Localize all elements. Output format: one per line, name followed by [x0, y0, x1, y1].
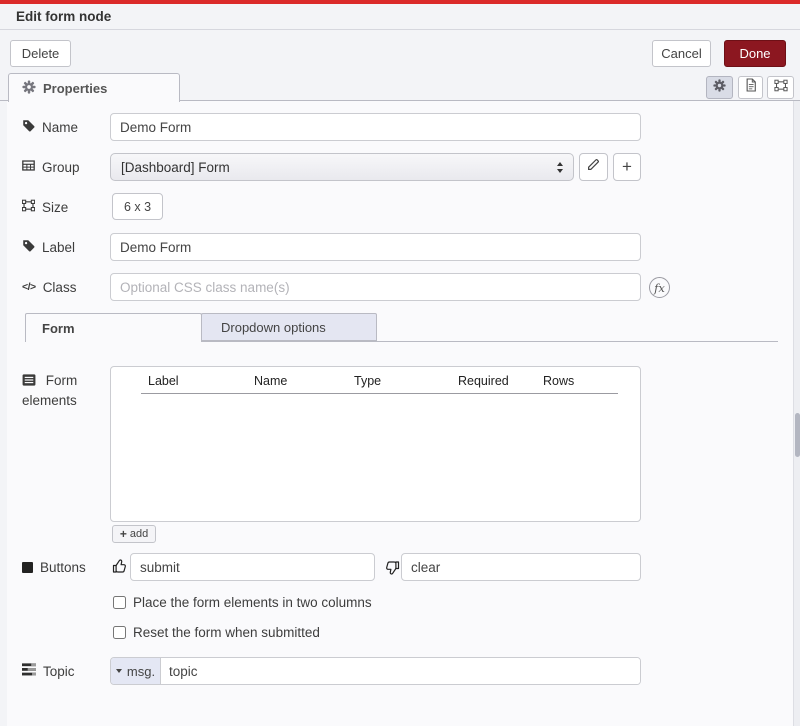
size-field-label: Size: [22, 193, 68, 221]
plus-icon: +: [120, 528, 127, 540]
editor-tab-bar: Properties: [0, 71, 800, 101]
reset-form-label: Reset the form when submitted: [133, 625, 320, 640]
add-group-button[interactable]: +: [613, 153, 641, 181]
select-arrows-icon: [557, 162, 563, 173]
edit-group-button[interactable]: [579, 153, 608, 181]
two-columns-checkbox[interactable]: [113, 596, 126, 609]
object-group-icon: [22, 199, 35, 215]
group-field-label: Group: [22, 153, 80, 181]
plus-icon: +: [622, 157, 632, 177]
size-button[interactable]: 6 x 3: [112, 193, 163, 220]
document-icon: [745, 78, 757, 97]
topic-typed-input: msg.: [110, 657, 641, 685]
topic-type-label: msg.: [127, 664, 155, 679]
column-header-type: Type: [354, 374, 381, 388]
name-input[interactable]: [110, 113, 641, 141]
class-field-label: </> Class: [22, 273, 76, 301]
caret-down-icon: [116, 669, 122, 673]
column-header-rows: Rows: [543, 374, 574, 388]
thumbs-up-icon: [112, 558, 128, 574]
topic-value-input[interactable]: [161, 658, 640, 684]
two-columns-label: Place the form elements in two columns: [133, 595, 372, 610]
tab-properties-label: Properties: [43, 81, 107, 96]
form-elements-list[interactable]: Label Name Type Required Rows: [110, 366, 641, 522]
tab-dropdown-options[interactable]: Dropdown options: [201, 313, 377, 341]
add-element-button[interactable]: + add: [112, 525, 156, 543]
code-icon: </>: [22, 281, 36, 293]
submit-button-text-input[interactable]: [130, 553, 375, 581]
table-icon: [22, 159, 35, 175]
tab-properties[interactable]: Properties: [8, 73, 180, 102]
topic-field-label: Topic: [22, 657, 75, 685]
group-select[interactable]: [Dashboard] Form: [110, 153, 574, 181]
tag-icon: [22, 239, 35, 255]
expression-fx-button[interactable]: fx: [649, 277, 670, 298]
column-header-name: Name: [254, 374, 287, 388]
label-input[interactable]: [110, 233, 641, 261]
scrollbar-thumb[interactable]: [795, 413, 800, 457]
reset-form-checkbox[interactable]: [113, 626, 126, 639]
tag-icon: [22, 119, 35, 135]
form-elements-label: Form elements: [22, 371, 100, 410]
reset-form-option: Reset the form when submitted: [113, 625, 320, 640]
gear-icon: [713, 79, 726, 97]
two-columns-option: Place the form elements in two columns: [113, 595, 372, 610]
dialog-title: Edit form node: [0, 4, 800, 30]
group-select-value: [Dashboard] Form: [121, 160, 557, 175]
label-field-label: Label: [22, 233, 75, 261]
gear-icon: [22, 80, 36, 97]
name-field-label: Name: [22, 113, 78, 141]
description-tab-button[interactable]: [738, 76, 763, 99]
scrollbar-track[interactable]: [793, 101, 800, 726]
pencil-icon: [587, 158, 600, 176]
cancel-button[interactable]: Cancel: [652, 40, 711, 67]
header-rule: [141, 393, 618, 394]
done-button[interactable]: Done: [724, 40, 786, 67]
list-alt-icon: [22, 374, 40, 389]
column-header-required: Required: [458, 374, 509, 388]
topic-type-selector[interactable]: msg.: [111, 658, 161, 684]
tasks-icon: [22, 663, 36, 679]
clear-button-text-input[interactable]: [401, 553, 641, 581]
properties-tab-button[interactable]: [706, 76, 733, 99]
buttons-field-label: Buttons: [22, 553, 86, 581]
properties-panel: Name Group [Dashboard] Form + Size 6 x 3…: [7, 101, 793, 726]
class-input[interactable]: [110, 273, 641, 301]
thumbs-down-icon: [384, 560, 400, 576]
dialog-toolbar: Delete Cancel Done: [0, 31, 800, 72]
object-group-icon: [774, 79, 788, 97]
appearance-tab-button[interactable]: [767, 76, 794, 99]
column-header-label: Label: [148, 374, 179, 388]
square-icon: [22, 562, 33, 573]
tab-form[interactable]: Form: [25, 313, 202, 342]
delete-button[interactable]: Delete: [10, 40, 71, 67]
